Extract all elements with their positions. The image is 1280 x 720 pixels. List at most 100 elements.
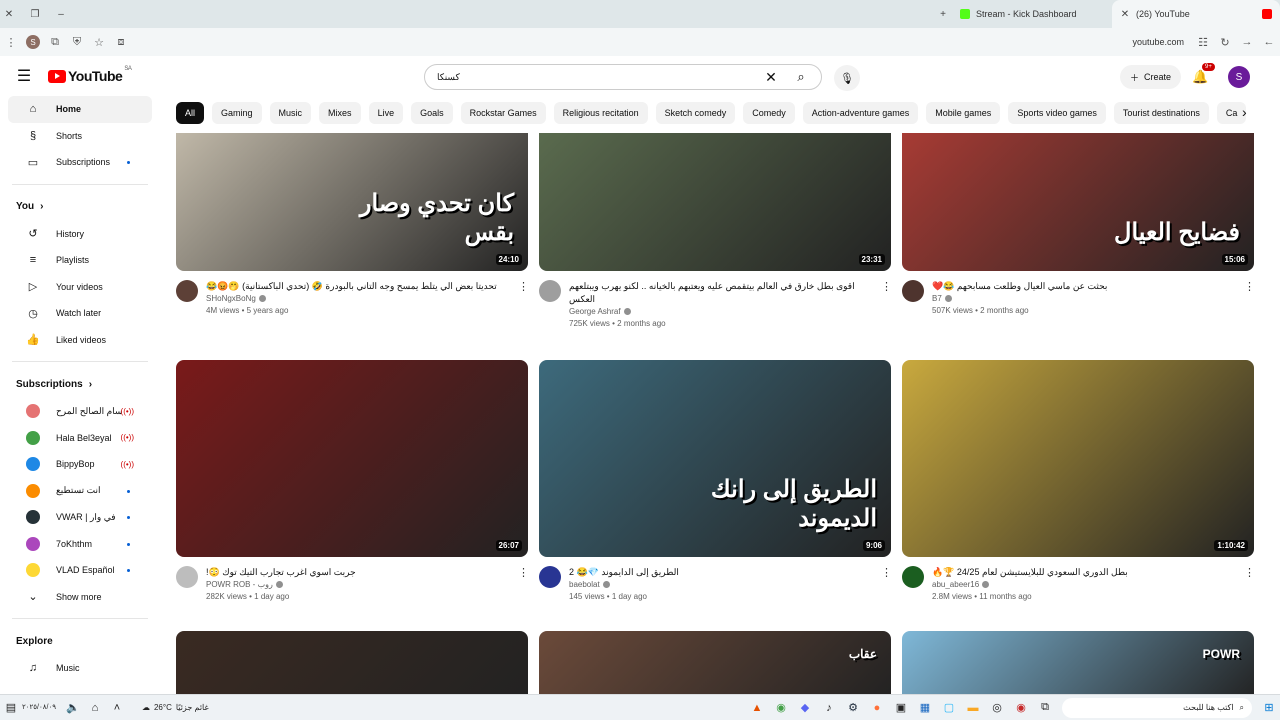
- video-title[interactable]: تحديتا بعض الي يتلط يمسح وجه التاني بالب…: [206, 280, 510, 293]
- video-thumbnail[interactable]: POWR: [902, 631, 1254, 694]
- video-thumbnail[interactable]: كان تحدي وصار بقس 24:10: [176, 133, 528, 271]
- video-card[interactable]: عقاب: [539, 631, 891, 694]
- back-icon[interactable]: ←: [1258, 36, 1280, 48]
- video-card[interactable]: 1:10:42 بطل الدوري السعودي للبلايستيشن لع…: [902, 360, 1255, 601]
- create-button[interactable]: ＋ Create: [1120, 65, 1182, 89]
- firefox-icon[interactable]: ●: [866, 697, 888, 719]
- video-title[interactable]: الطريق إلى الدايموند 💎😂 2: [569, 566, 873, 579]
- notes-icon[interactable]: ▤: [0, 697, 22, 719]
- chip-filter[interactable]: Rockstar Games: [460, 102, 546, 124]
- site-settings-icon[interactable]: ☷: [1192, 36, 1214, 49]
- app-icon[interactable]: ▢: [938, 697, 960, 719]
- tab-youtube[interactable]: ✕ (26) YouTube: [1112, 0, 1280, 28]
- video-thumbnail[interactable]: عقاب: [539, 631, 891, 694]
- obs-icon[interactable]: ◎: [986, 697, 1008, 719]
- channel-avatar[interactable]: [539, 566, 561, 588]
- clear-search-icon[interactable]: ✕: [761, 69, 781, 86]
- channel-name[interactable]: POWR ROB - روب: [206, 580, 273, 589]
- sidebar-subscription[interactable]: VLAD Español: [8, 557, 152, 584]
- channel-name[interactable]: SHoNgxBoNg: [206, 294, 256, 303]
- sidebar-item-shorts[interactable]: § Shorts: [8, 123, 152, 150]
- video-title[interactable]: بطل الدوري السعودي للبلايستيشن لعام 24/2…: [932, 566, 1236, 579]
- sidebar-item-playlists[interactable]: ≡ Playlists: [8, 247, 152, 274]
- weather-widget[interactable]: ☁ 26°C غائم جزئيًا: [142, 703, 209, 712]
- volume-icon[interactable]: 🔈: [62, 697, 84, 719]
- chip-filter[interactable]: Mobile games: [926, 102, 1001, 124]
- video-card[interactable]: كان تحدي وصار بقس 24:10 تحديتا بعض الي يتل…: [176, 133, 529, 315]
- sidebar-item-liked[interactable]: 👍 Liked videos: [8, 327, 152, 354]
- channel-name[interactable]: George Ashraf: [569, 307, 621, 316]
- close-tab-icon[interactable]: ✕: [1120, 5, 1130, 23]
- channel-name[interactable]: abu_abeer16: [932, 580, 979, 589]
- video-card[interactable]: POWR: [902, 631, 1254, 694]
- chip-filter[interactable]: Religious recitation: [553, 102, 648, 124]
- video-card[interactable]: الطريق إلى رانك الديموند 9:06 الطريق إلى ا…: [539, 360, 892, 601]
- steam-icon[interactable]: ⚙: [842, 697, 864, 719]
- chip-filter[interactable]: Action-adventure games: [802, 102, 919, 124]
- tab-kick[interactable]: Stream - Kick Dashboard: [952, 0, 1112, 28]
- clock[interactable]: ٢٠٢٥/٠٨/٠٩: [22, 703, 56, 712]
- record-icon[interactable]: ◉: [1010, 697, 1032, 719]
- sidebar-item-watch-later[interactable]: ◷ Watch later: [8, 300, 152, 327]
- video-thumbnail[interactable]: 26:07: [176, 360, 528, 557]
- channel-name[interactable]: B7: [932, 294, 942, 303]
- minimize-icon[interactable]: –: [52, 5, 70, 23]
- hamburger-icon[interactable]: ☰: [0, 66, 48, 86]
- channel-avatar[interactable]: [176, 280, 198, 302]
- new-tab-icon[interactable]: +: [934, 5, 952, 23]
- sidebar-subscription[interactable]: انت تستطيع: [8, 478, 152, 505]
- sidebar-subscription[interactable]: 7oKhthm: [8, 531, 152, 558]
- subscriptions-section-title[interactable]: Subscriptions ›: [0, 370, 160, 398]
- sidebar-item-subscriptions[interactable]: ▭ Subscriptions: [8, 149, 152, 176]
- chip-filter[interactable]: Tourist destinations: [1113, 102, 1209, 124]
- menu-dots-icon[interactable]: ⋮: [0, 36, 22, 49]
- chip-filter[interactable]: Goals: [411, 102, 453, 124]
- bookmark-star-icon[interactable]: ☆: [88, 36, 110, 49]
- windows-start-icon[interactable]: ⊞: [1258, 697, 1280, 719]
- video-title[interactable]: بحثت عن ماسي العيال وطلعت مسابحهم 😂❤️: [932, 280, 1236, 293]
- channel-name[interactable]: baebolat: [569, 580, 600, 589]
- channel-avatar[interactable]: [176, 566, 198, 588]
- chevron-right-icon[interactable]: ›: [1242, 104, 1247, 120]
- chip-filter[interactable]: Comedy: [743, 102, 795, 124]
- tiktok-icon[interactable]: ♪: [818, 697, 840, 719]
- sidebar-subscription[interactable]: BippyBop ((•)): [8, 451, 152, 478]
- taskbar-search[interactable]: اكتب هنا للبحث ⌕: [1062, 697, 1252, 718]
- search-input[interactable]: كسنكا: [425, 72, 761, 83]
- channel-avatar[interactable]: [539, 280, 561, 302]
- forward-icon[interactable]: →: [1236, 36, 1258, 48]
- discord-icon[interactable]: ◆: [794, 697, 816, 719]
- video-thumbnail[interactable]: 1:10:42: [902, 360, 1254, 557]
- video-thumbnail[interactable]: 23:31: [539, 133, 891, 271]
- chip-filter[interactable]: Music: [269, 102, 312, 124]
- more-actions-icon[interactable]: ⋮: [881, 566, 892, 601]
- chip-filter[interactable]: All: [176, 102, 205, 124]
- you-section-title[interactable]: You ›: [0, 193, 160, 221]
- more-actions-icon[interactable]: ⋮: [518, 566, 529, 601]
- video-card[interactable]: 26:07 جربت اسوي اغرب تجارب التيك توك 😳! PO…: [176, 360, 529, 601]
- chip-filter[interactable]: Gaming: [212, 102, 262, 124]
- restore-icon[interactable]: ❐: [26, 5, 44, 23]
- bell-icon[interactable]: 🔔: [1192, 69, 1208, 85]
- more-actions-icon[interactable]: ⋮: [1244, 280, 1255, 315]
- video-thumbnail[interactable]: [176, 631, 528, 694]
- close-window-icon[interactable]: ✕: [0, 5, 18, 23]
- account-avatar[interactable]: S: [1228, 66, 1250, 88]
- sidebar-item-your-videos[interactable]: ▷ Your videos: [8, 274, 152, 301]
- sidebar-subscription[interactable]: Hala Bel3eyal ((•)): [8, 425, 152, 452]
- chevron-up-icon[interactable]: ˄: [106, 697, 128, 719]
- chip-filter[interactable]: Sports video games: [1008, 102, 1106, 124]
- show-more-button[interactable]: ⌄ Show more: [8, 584, 152, 611]
- url-text[interactable]: youtube.com: [1132, 37, 1184, 47]
- profile-avatar[interactable]: S: [22, 35, 44, 49]
- video-card[interactable]: [176, 631, 528, 694]
- chip-filter[interactable]: Live: [368, 102, 404, 124]
- shield-icon[interactable]: ⛨: [66, 36, 88, 49]
- app-icon[interactable]: ▦: [914, 697, 936, 719]
- sidebar-item-history[interactable]: ↺ History: [8, 221, 152, 248]
- task-view-icon[interactable]: ⧉: [1034, 697, 1056, 719]
- channel-avatar[interactable]: [902, 566, 924, 588]
- chrome-icon[interactable]: ◉: [770, 697, 792, 719]
- sidebar-subscription[interactable]: VWAR | في وار: [8, 504, 152, 531]
- extensions-icon[interactable]: ⧉: [44, 36, 66, 49]
